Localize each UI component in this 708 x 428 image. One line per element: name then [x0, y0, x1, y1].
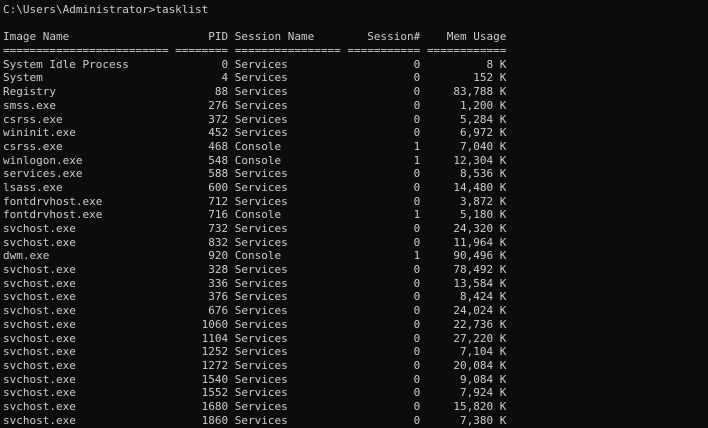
console-window[interactable]: C:\Users\Administrator>tasklist Image Na…: [0, 0, 708, 428]
table-row: svchost.exe 328 Services 0 78,492 K: [3, 263, 507, 277]
table-row: svchost.exe 1272 Services 0 20,084 K: [3, 358, 507, 372]
table-row: svchost.exe 832 Services 0 11,964 K: [3, 235, 507, 249]
table-row: csrss.exe 372 Services 0 5,284 K: [3, 112, 507, 126]
table-header: Image Name PID Session Name Session# Mem…: [3, 30, 507, 44]
table-row: csrss.exe 468 Console 1 7,040 K: [3, 139, 507, 153]
table-row: svchost.exe 1552 Services 0 7,924 K: [3, 386, 507, 400]
table-row: svchost.exe 1104 Services 0 27,220 K: [3, 331, 507, 345]
table-row: System Idle Process 0 Services 0 8 K: [3, 57, 507, 71]
table-row: System 4 Services 0 152 K: [3, 71, 507, 85]
table-row: fontdrvhost.exe 716 Console 1 5,180 K: [3, 208, 507, 222]
table-row: svchost.exe 1540 Services 0 9,084 K: [3, 372, 507, 386]
table-row: dwm.exe 920 Console 1 90,496 K: [3, 249, 507, 263]
table-row: smss.exe 276 Services 0 1,200 K: [3, 98, 507, 112]
table-row: svchost.exe 376 Services 0 8,424 K: [3, 290, 507, 304]
table-separator: ========================= ======== =====…: [3, 44, 507, 58]
table-row: fontdrvhost.exe 712 Services 0 3,872 K: [3, 194, 507, 208]
table-row: lsass.exe 600 Services 0 14,480 K: [3, 180, 507, 194]
table-row: svchost.exe 1680 Services 0 15,820 K: [3, 399, 507, 413]
process-list: System Idle Process 0 Services 0 8 K Syst…: [3, 58, 708, 428]
table-row: svchost.exe 336 Services 0 13,584 K: [3, 276, 507, 290]
table-row: wininit.exe 452 Services 0 6,972 K: [3, 126, 507, 140]
table-row: svchost.exe 1060 Services 0 22,736 K: [3, 317, 507, 331]
command-prompt-line: C:\Users\Administrator>tasklist: [3, 3, 209, 16]
table-row: winlogon.exe 548 Console 1 12,304 K: [3, 153, 507, 167]
table-row: svchost.exe 676 Services 0 24,024 K: [3, 304, 507, 318]
table-row: svchost.exe 732 Services 0 24,320 K: [3, 222, 507, 235]
table-row: services.exe 588 Services 0 8,536 K: [3, 167, 507, 181]
table-row: svchost.exe 1252 Services 0 7,104 K: [3, 345, 507, 359]
table-row: Registry 88 Services 0 83,788 K: [3, 85, 507, 99]
table-row: svchost.exe 1860 Services 0 7,380 K: [3, 413, 507, 427]
